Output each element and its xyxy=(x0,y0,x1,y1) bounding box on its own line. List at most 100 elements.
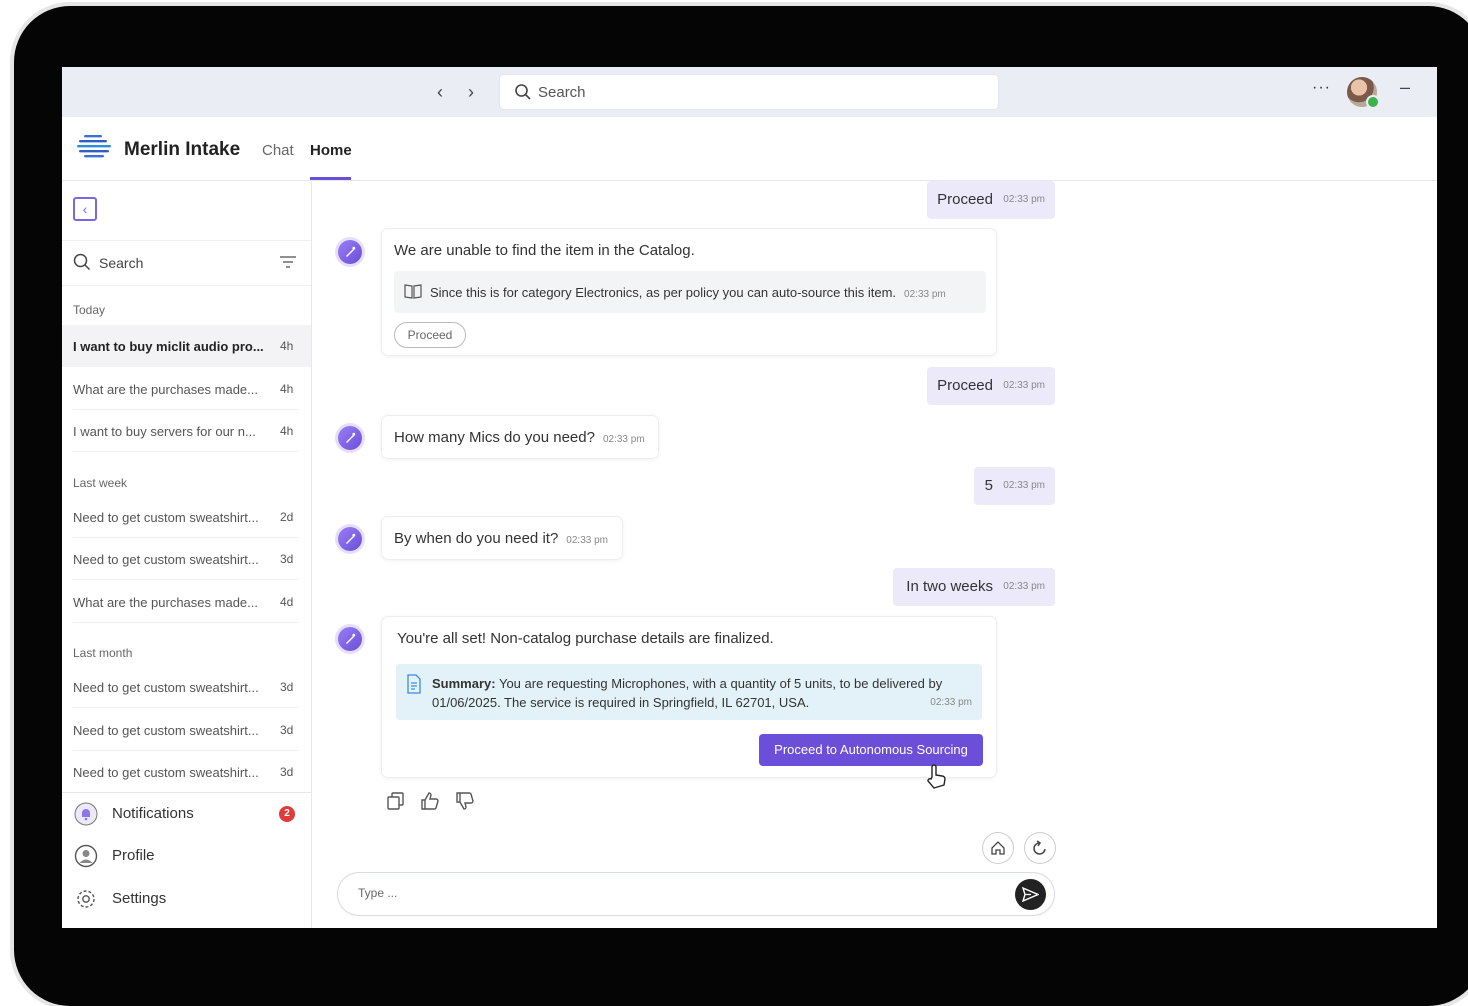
send-button[interactable] xyxy=(1015,879,1046,910)
search-icon xyxy=(515,84,531,100)
conversation-title: Need to get custom sweatshirt... xyxy=(73,680,259,695)
settings-label: Settings xyxy=(112,890,167,907)
user-message: Proceed 02:33 pm xyxy=(927,181,1055,219)
chat-panel: Proceed 02:33 pm We are unable to find t… xyxy=(312,181,1437,928)
policy-info-box: Since this is for category Electronics, … xyxy=(394,271,986,313)
conversation-title: What are the purchases made... xyxy=(73,595,258,610)
home-button[interactable] xyxy=(983,833,1013,863)
conversation-item[interactable]: Need to get custom sweatshirt... 3d xyxy=(62,751,311,793)
sidebar-search-input[interactable]: Search xyxy=(62,240,311,286)
message-text: Proceed xyxy=(937,377,993,394)
filter-icon[interactable] xyxy=(279,255,297,269)
merlin-logo-icon xyxy=(77,135,111,158)
conversation-item[interactable]: What are the purchases made... 4d xyxy=(62,581,311,623)
message-composer xyxy=(338,873,1054,915)
book-icon xyxy=(404,284,422,299)
conversation-age: 4d xyxy=(280,595,294,609)
message-time: 02:33 pm xyxy=(1003,480,1045,491)
thumbs-up-icon[interactable] xyxy=(420,791,440,811)
summary-line-2: 01/06/2025. The service is required in S… xyxy=(432,695,810,710)
message-text: You're all set! Non-catalog purchase det… xyxy=(397,630,774,647)
thumbs-down-icon[interactable] xyxy=(455,791,475,811)
policy-info-text: Since this is for category Electronics, … xyxy=(430,285,946,300)
summary-time: 02:33 pm xyxy=(930,697,972,708)
active-tab-indicator xyxy=(310,177,351,180)
conversation-item[interactable]: Need to get custom sweatshirt... 2d xyxy=(62,496,311,538)
sidebar-item-profile[interactable]: Profile xyxy=(74,841,304,871)
message-input[interactable] xyxy=(356,885,960,901)
bot-message: We are unable to find the item in the Ca… xyxy=(382,229,996,355)
online-status-icon xyxy=(1366,95,1380,109)
message-time: 02:33 pm xyxy=(1003,194,1045,205)
copy-icon[interactable] xyxy=(386,791,406,811)
bot-avatar-icon xyxy=(338,527,362,551)
message-text: We are unable to find the item in the Ca… xyxy=(394,242,695,259)
conversation-item[interactable]: What are the purchases made... 4h xyxy=(62,368,311,410)
bot-avatar-icon xyxy=(338,240,362,264)
send-icon xyxy=(1022,887,1039,902)
sidebar-footer: Notifications 2 Profile Settings xyxy=(62,792,311,928)
search-icon xyxy=(73,253,91,271)
message-time: 02:33 pm xyxy=(1003,581,1045,592)
conversation-age: 3d xyxy=(280,723,294,737)
conversation-age: 4h xyxy=(280,382,294,396)
back-arrow-icon[interactable]: ‹ xyxy=(430,81,450,103)
sidebar-item-settings[interactable]: Settings xyxy=(74,884,304,914)
proceed-button[interactable]: Proceed xyxy=(394,322,466,348)
message-text: By when do you need it? 02:33 pm xyxy=(394,530,608,547)
minimize-icon[interactable]: – xyxy=(1400,77,1410,98)
conversation-item[interactable]: Need to get custom sweatshirt... 3d xyxy=(62,709,311,751)
conversation-age: 3d xyxy=(280,552,294,566)
collapse-sidebar-button[interactable]: ‹ xyxy=(73,197,97,221)
app-header: Merlin Intake Chat Home xyxy=(62,117,1437,181)
conversation-item[interactable]: Need to get custom sweatshirt... 3d xyxy=(62,666,311,708)
app-title: Merlin Intake xyxy=(124,139,241,160)
app-window: ‹ › Search ··· – Merlin Intake Chat Home… xyxy=(62,67,1437,928)
message-time: 02:33 pm xyxy=(1003,380,1045,391)
group-label-last-week: Last week xyxy=(73,476,128,490)
message-text: In two weeks xyxy=(906,578,993,595)
sidebar-item-notifications[interactable]: Notifications 2 xyxy=(74,799,304,829)
bot-message: You're all set! Non-catalog purchase det… xyxy=(382,617,996,777)
user-avatar[interactable] xyxy=(1347,77,1380,109)
proceed-autonomous-sourcing-button[interactable]: Proceed to Autonomous Sourcing xyxy=(759,734,983,766)
divider xyxy=(73,622,299,623)
message-text: How many Mics do you need? 02:33 pm xyxy=(394,429,645,446)
conversation-item[interactable]: I want to buy servers for our n... 4h xyxy=(62,410,311,452)
notifications-label: Notifications xyxy=(112,805,194,822)
message-text: Proceed xyxy=(937,191,993,208)
divider xyxy=(73,707,299,708)
conversation-title: I want to buy servers for our n... xyxy=(73,424,256,439)
user-message: Proceed 02:33 pm xyxy=(927,367,1055,405)
conversation-age: 3d xyxy=(280,765,294,779)
conversation-age: 3d xyxy=(280,680,294,694)
bot-message: How many Mics do you need? 02:33 pm xyxy=(382,416,658,458)
tab-home[interactable]: Home xyxy=(310,142,352,159)
conversation-title: Need to get custom sweatshirt... xyxy=(73,723,259,738)
conversation-age: 4h xyxy=(280,339,294,353)
forward-arrow-icon[interactable]: › xyxy=(461,81,481,103)
conversation-item[interactable]: Need to get custom sweatshirt... 3d xyxy=(62,538,311,580)
user-message: 5 02:33 pm xyxy=(974,467,1055,505)
conversation-item[interactable]: I want to buy miclit audio pro... 4h xyxy=(62,325,311,367)
conversation-age: 4h xyxy=(280,424,294,438)
more-options-icon[interactable]: ··· xyxy=(1312,79,1331,97)
conversation-age: 2d xyxy=(280,510,294,524)
tab-chat[interactable]: Chat xyxy=(262,142,294,159)
summary-box: Summary: You are requesting Microphones,… xyxy=(396,664,982,720)
gear-icon xyxy=(77,890,95,908)
bot-message: By when do you need it? 02:33 pm xyxy=(382,517,622,559)
global-search-input[interactable]: Search xyxy=(500,75,998,109)
group-label-last-month: Last month xyxy=(73,646,133,660)
conversation-title: Need to get custom sweatshirt... xyxy=(73,765,259,780)
user-profile-icon xyxy=(74,844,98,868)
conversation-title: Need to get custom sweatshirt... xyxy=(73,510,259,525)
group-label-today: Today xyxy=(73,303,106,317)
sidebar-search-placeholder: Search xyxy=(99,255,144,271)
user-message: In two weeks 02:33 pm xyxy=(893,568,1055,606)
conversation-title: Need to get custom sweatshirt... xyxy=(73,552,259,567)
refresh-button[interactable] xyxy=(1025,833,1055,863)
summary-line-1: Summary: You are requesting Microphones,… xyxy=(432,676,943,691)
refresh-icon xyxy=(1033,840,1046,855)
bot-avatar-icon xyxy=(338,627,362,651)
